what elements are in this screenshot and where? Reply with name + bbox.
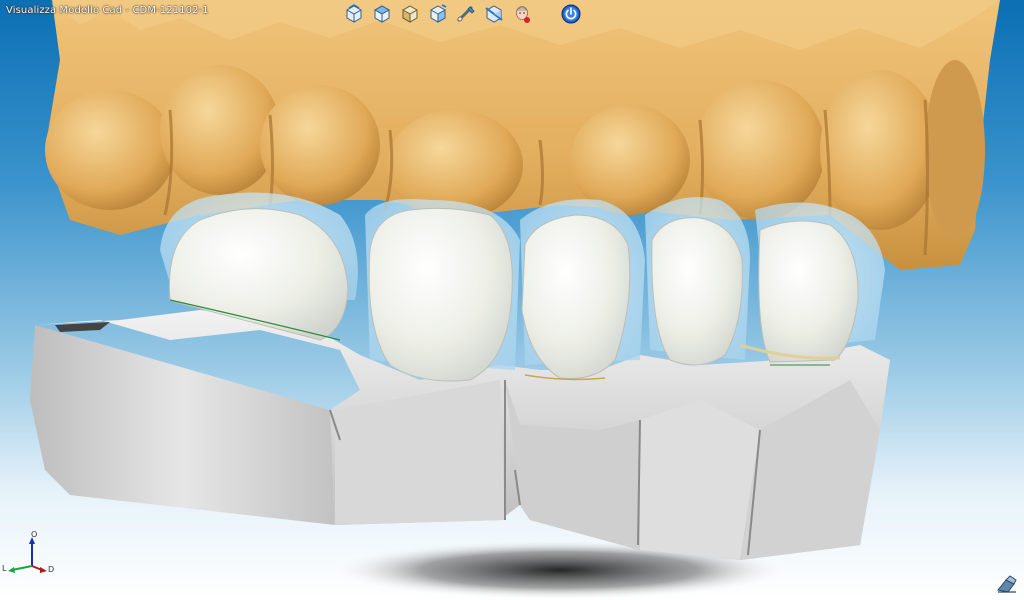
measure-icon	[457, 6, 475, 22]
view-left-icon	[402, 5, 418, 23]
orientation-gizmo: O L D	[2, 528, 58, 580]
view-left-button[interactable]	[399, 3, 421, 25]
cad-3d-viewport[interactable]	[0, 0, 1024, 600]
axis-label-right: D	[48, 565, 55, 574]
view-top-icon	[373, 5, 391, 23]
view-right-icon	[430, 4, 447, 23]
view-right-button[interactable]	[427, 3, 449, 25]
axis-label-left: L	[2, 564, 7, 573]
axis-label-up: O	[31, 530, 38, 539]
view-top-button[interactable]	[371, 3, 393, 25]
power-icon	[561, 4, 581, 24]
view-front-icon	[346, 4, 362, 23]
view-toolbar	[343, 3, 533, 27]
patient-icon	[516, 6, 530, 23]
exit-button[interactable]	[561, 4, 581, 24]
patient-button[interactable]	[511, 3, 533, 25]
window-title: Visualizza Modello Cad - CDM-121102-1	[6, 5, 209, 16]
section-icon	[485, 5, 503, 23]
measure-button[interactable]	[455, 3, 477, 25]
view-front-button[interactable]	[343, 3, 365, 25]
view-mode-button[interactable]	[996, 574, 1018, 594]
eraser-icon	[997, 575, 1017, 593]
section-button[interactable]	[483, 3, 505, 25]
